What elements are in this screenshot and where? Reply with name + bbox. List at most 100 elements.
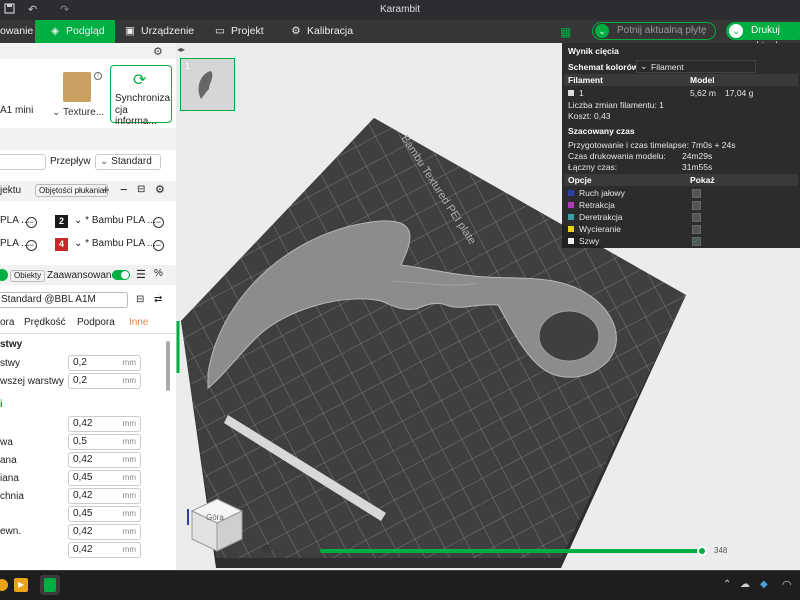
setting-input-2[interactable]: 0,42 mm: [68, 416, 141, 432]
advanced-toggle[interactable]: [112, 270, 130, 280]
show-label: Pokaż: [690, 175, 715, 185]
view-cube[interactable]: [182, 491, 252, 561]
setting-input-0[interactable]: 0,2 mm: [68, 355, 141, 371]
process-preset-select[interactable]: Standard @BBL A1M: [0, 292, 128, 308]
tab-project-label: Projekt: [231, 25, 264, 37]
wifi-icon[interactable]: ◠: [782, 578, 792, 591]
show-seams-checkbox[interactable]: ✓: [692, 237, 701, 246]
add-filament-button[interactable]: +: [102, 182, 110, 197]
list-icon[interactable]: ☰: [136, 268, 146, 281]
setting-value: 0,42: [73, 418, 93, 429]
flow-label: Przepływ: [50, 156, 91, 167]
setting-input-4[interactable]: 0,42 mm: [68, 452, 141, 468]
color-scheme-select[interactable]: ⌄ Filament: [636, 60, 756, 73]
gear-icon[interactable]: ⚙: [153, 45, 163, 58]
flow-value: Standard: [111, 156, 152, 167]
global-toggle[interactable]: [0, 269, 8, 281]
save-preset-icon[interactable]: ⊟: [136, 294, 144, 305]
show-retraction-checkbox[interactable]: [692, 201, 701, 210]
info-icon[interactable]: i: [94, 72, 102, 80]
setting-value: 0,42: [73, 490, 93, 501]
filament-left-1: PLA ...: [0, 215, 30, 226]
line-section-title: i: [0, 399, 3, 410]
sync-filament-icon[interactable]: ⊟: [137, 184, 145, 195]
project-icon: ▭: [215, 25, 225, 37]
model-time-label: Czas drukowania modelu:: [568, 151, 666, 161]
cloud-icon[interactable]: ☁: [740, 579, 750, 590]
tab-preview[interactable]: ◈ Podgląd: [35, 20, 115, 43]
setting-input-7[interactable]: 0,45 mm: [68, 506, 141, 522]
objects-tab[interactable]: Obiekty: [10, 270, 46, 282]
prep-time: Przygotowanie i czas timelapse: 7m0s + 2…: [568, 140, 736, 150]
tab-project[interactable]: ▭ Projekt: [214, 20, 264, 43]
filament-select-4[interactable]: ⌄ * Bambu PLA ...: [74, 238, 156, 249]
gear-icon[interactable]: ⚙: [155, 183, 165, 196]
plate-thumbnail[interactable]: 1: [180, 58, 235, 111]
setting-input-6[interactable]: 0,42 mm: [68, 488, 141, 504]
tab-preview-label: Podgląd: [66, 25, 105, 37]
remove-filament-1-icon[interactable]: −: [26, 217, 37, 228]
show-wipe-checkbox[interactable]: [692, 225, 701, 234]
fit-view-icon[interactable]: ⊚: [262, 541, 273, 557]
slice-result-panel: Wynik cięcia Schemat kolorów ⌄ Filament …: [562, 43, 800, 248]
subtab-quality[interactable]: ora: [0, 317, 14, 328]
filament-row-id: 1: [579, 88, 584, 98]
taskbar: ▶ ⌃ ☁ ◆ ◠: [0, 570, 800, 600]
time-title: Szacowany czas: [568, 126, 635, 136]
remove-filament-4-icon[interactable]: −: [153, 240, 164, 251]
setting-input-9[interactable]: 0,42 mm: [68, 542, 141, 558]
process-header: Obiekty Zaawansowane ☰ %: [0, 265, 176, 285]
filament-select-2[interactable]: ⌄ * Bambu PLA ...: [74, 215, 156, 226]
setting-value: 0,5: [73, 436, 87, 447]
setting-input-3[interactable]: 0,5 mm: [68, 434, 141, 450]
tab-device[interactable]: ▣ Urządzenie: [124, 20, 194, 43]
tab-prepare[interactable]: owanie: [0, 20, 35, 43]
color-scheme-value: Filament: [651, 62, 684, 72]
show-deretraction-checkbox[interactable]: [692, 213, 701, 222]
percent-icon[interactable]: %: [154, 268, 163, 279]
filament-swatch-4[interactable]: 4: [55, 238, 68, 251]
show-travel-checkbox[interactable]: [692, 189, 701, 198]
sync-info-button[interactable]: ⟳ Synchroniza cja informa...: [110, 65, 172, 127]
slice-plate-button[interactable]: ⌄ Potnij aktualną płytę: [592, 22, 716, 40]
calibration-icon: ⚙: [291, 25, 301, 37]
layer-slider[interactable]: [320, 549, 704, 553]
remove-filament-3-icon[interactable]: −: [26, 240, 37, 251]
tab-calibration[interactable]: ⚙ Kalibracja: [290, 20, 353, 43]
collapse-icon[interactable]: ◂▸: [177, 45, 185, 54]
media-player-icon[interactable]: ▶: [14, 578, 28, 592]
setting-label-0: stwy: [0, 358, 20, 369]
sync-label-1: Synchroniza: [115, 93, 171, 104]
subtab-speed[interactable]: Prędkość: [24, 317, 66, 328]
layers-icon: ◈: [50, 25, 60, 37]
layer-slider-handle[interactable]: [697, 546, 707, 556]
plate-texture-image[interactable]: [63, 72, 91, 102]
setting-input-1[interactable]: 0,2 mm: [68, 373, 141, 389]
setting-value: 0,42: [73, 544, 93, 555]
filament-swatch-2[interactable]: 2: [55, 215, 68, 228]
bambu-studio-taskbar-button[interactable]: [40, 575, 60, 595]
setting-input-5[interactable]: 0,45 mm: [68, 470, 141, 486]
plate-grid-icon[interactable]: ▦: [560, 25, 571, 39]
flow-select[interactable]: ⌄ Standard: [95, 154, 161, 170]
setting-input-8[interactable]: 0,42 mm: [68, 524, 141, 540]
compare-preset-icon[interactable]: ⇄: [154, 294, 162, 305]
nozzle-field[interactable]: [0, 154, 46, 170]
unit-label: mm: [122, 545, 136, 554]
flushing-volumes-button[interactable]: Objętości płukania: [35, 184, 109, 197]
security-icon[interactable]: ◆: [760, 579, 768, 590]
subtab-support[interactable]: Podpora: [77, 317, 115, 328]
scrollbar[interactable]: [166, 341, 170, 391]
print-plate-button[interactable]: ⌄ Drukuj aktualn: [726, 22, 800, 52]
project-filaments-title: jektu: [0, 185, 22, 196]
remove-filament-button[interactable]: −: [120, 182, 128, 197]
subtab-other[interactable]: Inne: [129, 317, 148, 328]
option-wipe: Wycieranie: [579, 224, 621, 234]
chevron-up-icon[interactable]: ⌃: [723, 579, 731, 590]
app-icon-1[interactable]: [0, 579, 8, 591]
total-time-label: Łączny czas:: [568, 162, 618, 172]
chevron-down-icon: ⌄: [52, 107, 61, 118]
remove-filament-2-icon[interactable]: −: [153, 217, 164, 228]
unit-label: mm: [122, 527, 136, 536]
plate-type-select[interactable]: Texture...: [63, 107, 104, 118]
